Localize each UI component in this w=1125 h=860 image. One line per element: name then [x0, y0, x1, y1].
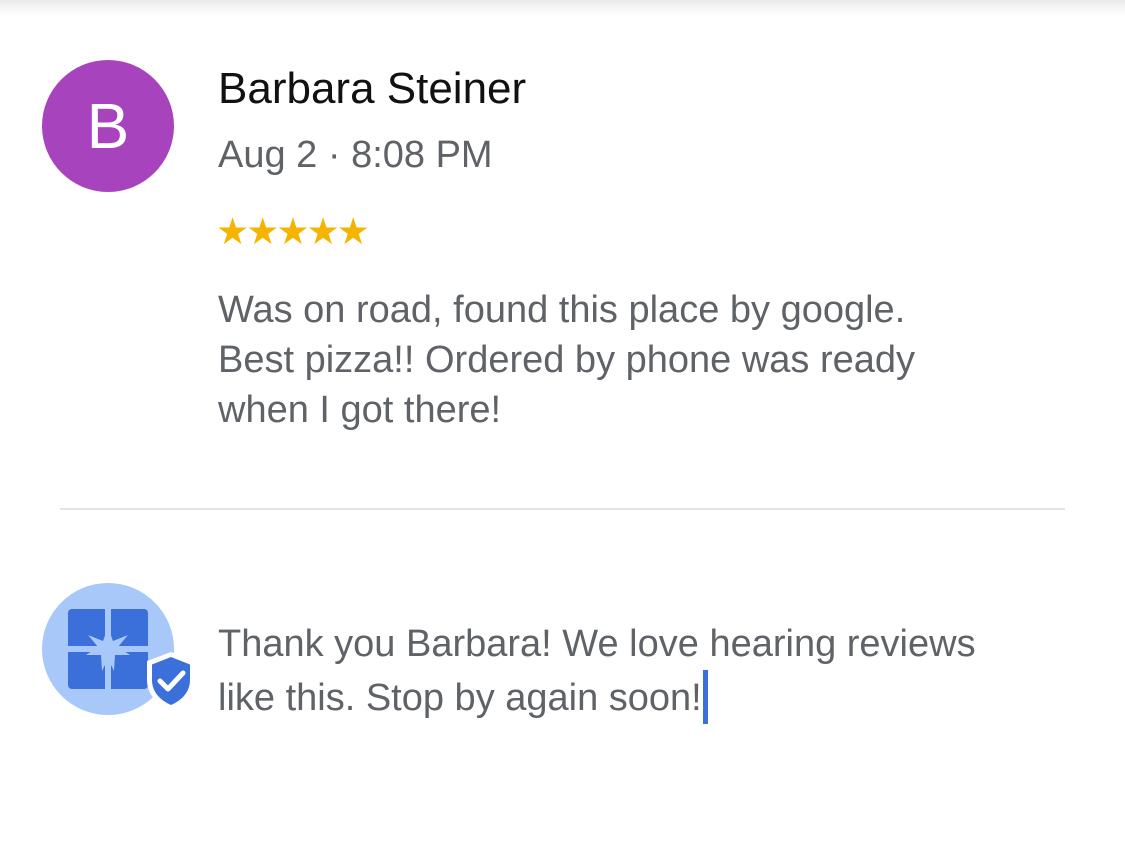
- star-rating: ★★★★★: [216, 211, 370, 252]
- verified-shield-icon: [147, 652, 195, 710]
- text-cursor: [702, 670, 708, 724]
- reply-input[interactable]: Thank you Barbara! We love hearing revie…: [218, 618, 978, 724]
- business-storefront-icon: [68, 609, 148, 689]
- reviewer-name: Barbara Steiner: [218, 64, 527, 113]
- review-text: Was on road, found this place by google.…: [218, 289, 916, 431]
- divider: [60, 508, 1065, 510]
- avatar: B: [42, 60, 174, 192]
- reply-text: Thank you Barbara! We love hearing revie…: [218, 623, 976, 719]
- review-reply-screen: B Barbara Steiner Aug 2 · 8:08 PM ★★★★★ …: [0, 0, 1125, 860]
- top-shadow: [0, 0, 1125, 18]
- review-date: Aug 2 · 8:08 PM: [218, 134, 493, 176]
